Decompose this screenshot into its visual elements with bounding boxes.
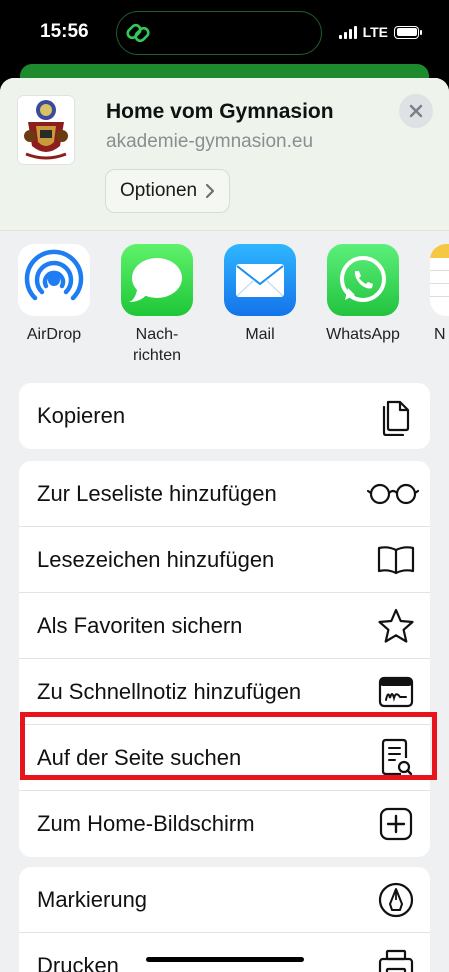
share-target-label: WhatsApp <box>326 326 400 343</box>
status-bar: 15:56 LTE <box>0 0 449 70</box>
mail-icon <box>224 244 296 316</box>
share-target-messages[interactable]: Nach- richten <box>111 244 203 366</box>
options-button[interactable]: Optionen <box>105 169 231 213</box>
whatsapp-icon <box>327 244 399 316</box>
page-title: Home vom Gymnasion <box>106 100 334 123</box>
markup-icon <box>376 880 416 920</box>
notes-icon <box>430 244 449 316</box>
chevron-right-icon <box>206 183 215 199</box>
share-target-label: AirDrop <box>26 326 82 343</box>
coat-of-arms-icon <box>18 96 74 164</box>
status-time: 15:56 <box>40 21 89 42</box>
link-icon <box>126 23 150 43</box>
action-label: Zu Schnellnotiz hinzufügen <box>37 678 302 704</box>
action-add-to-home-screen[interactable]: Zum Home-Bildschirm <box>19 791 430 857</box>
print-icon <box>376 946 416 972</box>
action-label: Kopieren <box>37 403 126 428</box>
page-url: akademie-gymnasion.eu <box>106 131 314 152</box>
cellular-signal-icon <box>338 25 357 39</box>
add-square-icon <box>376 804 416 844</box>
book-icon <box>376 540 416 580</box>
action-label: Auf der Seite suchen <box>37 744 242 770</box>
close-icon <box>409 104 423 118</box>
share-target-notes[interactable]: N <box>420 244 449 345</box>
status-indicators: LTE <box>338 24 422 40</box>
action-group-main: Zur Leseliste hinzufügen Lesezeichen hin… <box>19 461 430 857</box>
airdrop-icon <box>18 244 90 316</box>
action-group-copy: Kopieren <box>19 383 430 449</box>
share-target-whatsapp[interactable]: WhatsApp <box>317 244 409 345</box>
action-add-to-reading-list[interactable]: Zur Leseliste hinzufügen <box>19 461 430 527</box>
find-on-page-icon <box>376 738 416 778</box>
action-print[interactable]: Drucken <box>19 933 430 972</box>
close-button[interactable] <box>399 94 433 128</box>
glasses-icon <box>366 474 420 514</box>
share-sheet-header: Home vom Gymnasion akademie-gymnasion.eu… <box>0 78 449 231</box>
action-label: Zur Leseliste hinzufügen <box>37 480 277 506</box>
action-add-bookmark[interactable]: Lesezeichen hinzufügen <box>19 527 430 593</box>
battery-icon <box>394 25 422 39</box>
action-label: Lesezeichen hinzufügen <box>37 546 275 572</box>
share-sheet: Home vom Gymnasion akademie-gymnasion.eu… <box>0 78 449 972</box>
share-target-airdrop[interactable]: AirDrop <box>8 244 100 345</box>
action-label: Zum Home-Bildschirm <box>37 811 255 836</box>
options-label: Optionen <box>120 180 198 201</box>
dynamic-island[interactable] <box>116 11 322 55</box>
copy-icon <box>376 396 416 436</box>
share-target-mail[interactable]: Mail <box>214 244 306 345</box>
share-target-label: Nach- richten <box>132 326 182 364</box>
network-type: LTE <box>362 24 388 40</box>
action-copy[interactable]: Kopieren <box>19 383 430 449</box>
action-label: Markierung <box>37 886 148 912</box>
action-find-on-page[interactable]: Auf der Seite suchen <box>19 725 430 791</box>
site-logo <box>18 96 74 164</box>
action-label: Als Favoriten sichern <box>37 612 243 638</box>
share-target-label: N <box>434 326 446 343</box>
share-targets: AirDrop Nach- richten Mail WhatsApp N <box>0 244 449 369</box>
home-indicator[interactable] <box>146 957 304 962</box>
share-target-label: Mail <box>245 326 275 343</box>
action-add-to-quick-note[interactable]: Zu Schnellnotiz hinzufügen <box>19 659 430 725</box>
action-markup[interactable]: Markierung <box>19 867 430 933</box>
star-icon <box>376 606 416 646</box>
quick-note-icon <box>376 672 416 712</box>
action-label: Drucken <box>37 953 119 972</box>
messages-icon <box>121 244 193 316</box>
action-add-to-favorites[interactable]: Als Favoriten sichern <box>19 593 430 659</box>
